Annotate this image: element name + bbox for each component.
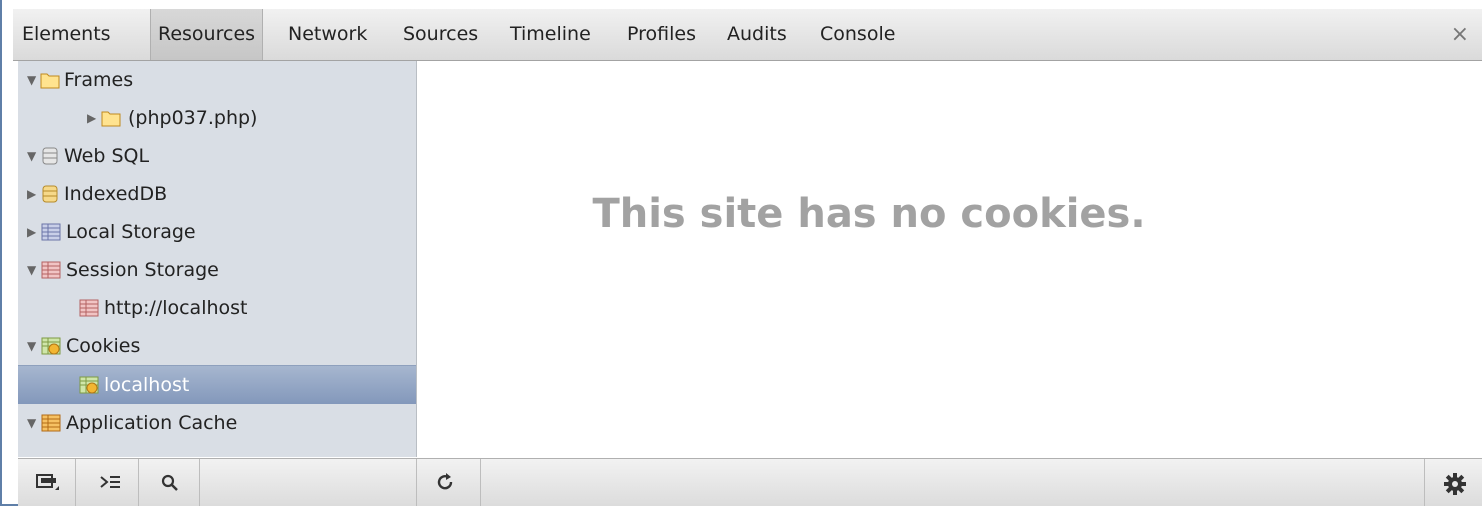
- tree-item-label: Session Storage: [66, 259, 219, 281]
- tree-item-session-localhost[interactable]: http://localhost: [18, 289, 416, 327]
- tree-item-local-storage[interactable]: ▶ Local Storage: [18, 213, 416, 251]
- expand-triangle-icon[interactable]: ▼: [27, 61, 39, 99]
- tab-sources[interactable]: Sources: [396, 9, 485, 60]
- tree-item-cookies-localhost[interactable]: localhost: [18, 365, 416, 404]
- expand-triangle-icon[interactable]: ▼: [27, 327, 39, 365]
- folder-icon: [101, 111, 121, 127]
- tree-item-web-sql[interactable]: ▼ Web SQL: [18, 137, 416, 175]
- console-prompt-icon: [100, 476, 120, 488]
- tree-item-label: (php037.php): [128, 107, 258, 129]
- tab-console[interactable]: Console: [813, 9, 902, 60]
- search-icon: [161, 474, 178, 491]
- tree-item-label: localhost: [104, 374, 190, 396]
- dock-icon: [36, 474, 59, 490]
- tree-item-label: Application Cache: [66, 412, 238, 434]
- devtools-window: Elements Resources Network Sources Timel…: [0, 0, 1482, 506]
- gear-icon: [1444, 473, 1466, 495]
- tree-item-label: Local Storage: [66, 221, 196, 243]
- status-bar: [18, 458, 1482, 506]
- tree-item-label: IndexedDB: [64, 183, 168, 205]
- table-icon: [79, 299, 99, 317]
- expand-triangle-icon[interactable]: ▼: [27, 251, 39, 289]
- tree-item-frames[interactable]: ▼ Frames: [18, 61, 416, 99]
- table-icon: [41, 261, 61, 279]
- collapse-triangle-icon[interactable]: ▶: [27, 213, 39, 251]
- tree-item-indexeddb[interactable]: ▶ IndexedDB: [18, 175, 416, 213]
- tree-item-label: Web SQL: [64, 145, 150, 167]
- empty-message: This site has no cookies.: [592, 191, 1146, 237]
- cookie-icon: [79, 376, 99, 394]
- tab-network[interactable]: Network: [281, 9, 374, 60]
- tree-item-label: Cookies: [66, 335, 141, 357]
- top-strip: [2, 0, 1482, 9]
- tab-elements[interactable]: Elements: [15, 9, 118, 60]
- database-icon: [42, 147, 58, 165]
- tree-item-label: Frames: [64, 69, 134, 91]
- tab-audits[interactable]: Audits: [720, 9, 794, 60]
- console-drawer-button[interactable]: [81, 459, 139, 506]
- cookies-view: This site has no cookies.: [418, 61, 1482, 457]
- collapse-triangle-icon[interactable]: ▶: [87, 99, 99, 137]
- tree-item-frame-php037[interactable]: ▶ (php037.php): [18, 99, 416, 137]
- refresh-icon: [437, 473, 453, 490]
- tree-item-application-cache[interactable]: ▼ Application Cache: [18, 404, 416, 442]
- tree-item-cookies[interactable]: ▼ Cookies: [18, 327, 416, 365]
- tab-profiles[interactable]: Profiles: [620, 9, 703, 60]
- panel-tabbar: Elements Resources Network Sources Timel…: [13, 9, 1482, 61]
- resources-sidebar: ▼ Frames ▶ (php037.php) ▼ Web SQL ▶ Inde…: [18, 61, 417, 457]
- database-icon: [42, 185, 58, 203]
- table-icon: [41, 414, 61, 432]
- collapse-triangle-icon[interactable]: ▶: [27, 175, 39, 213]
- cookie-icon: [41, 337, 61, 355]
- close-icon[interactable]: ×: [1451, 9, 1469, 60]
- tab-resources[interactable]: Resources: [150, 9, 264, 60]
- tab-timeline[interactable]: Timeline: [503, 9, 598, 60]
- tree-item-label: http://localhost: [104, 297, 248, 319]
- expand-triangle-icon[interactable]: ▼: [27, 404, 39, 442]
- settings-button[interactable]: [1424, 459, 1482, 506]
- folder-icon: [40, 73, 60, 89]
- search-button[interactable]: [142, 459, 200, 506]
- expand-triangle-icon[interactable]: ▼: [27, 137, 39, 175]
- table-icon: [41, 223, 61, 241]
- dock-toggle-button[interactable]: [18, 459, 76, 506]
- tree-item-session-storage[interactable]: ▼ Session Storage: [18, 251, 416, 289]
- refresh-button[interactable]: [417, 459, 481, 506]
